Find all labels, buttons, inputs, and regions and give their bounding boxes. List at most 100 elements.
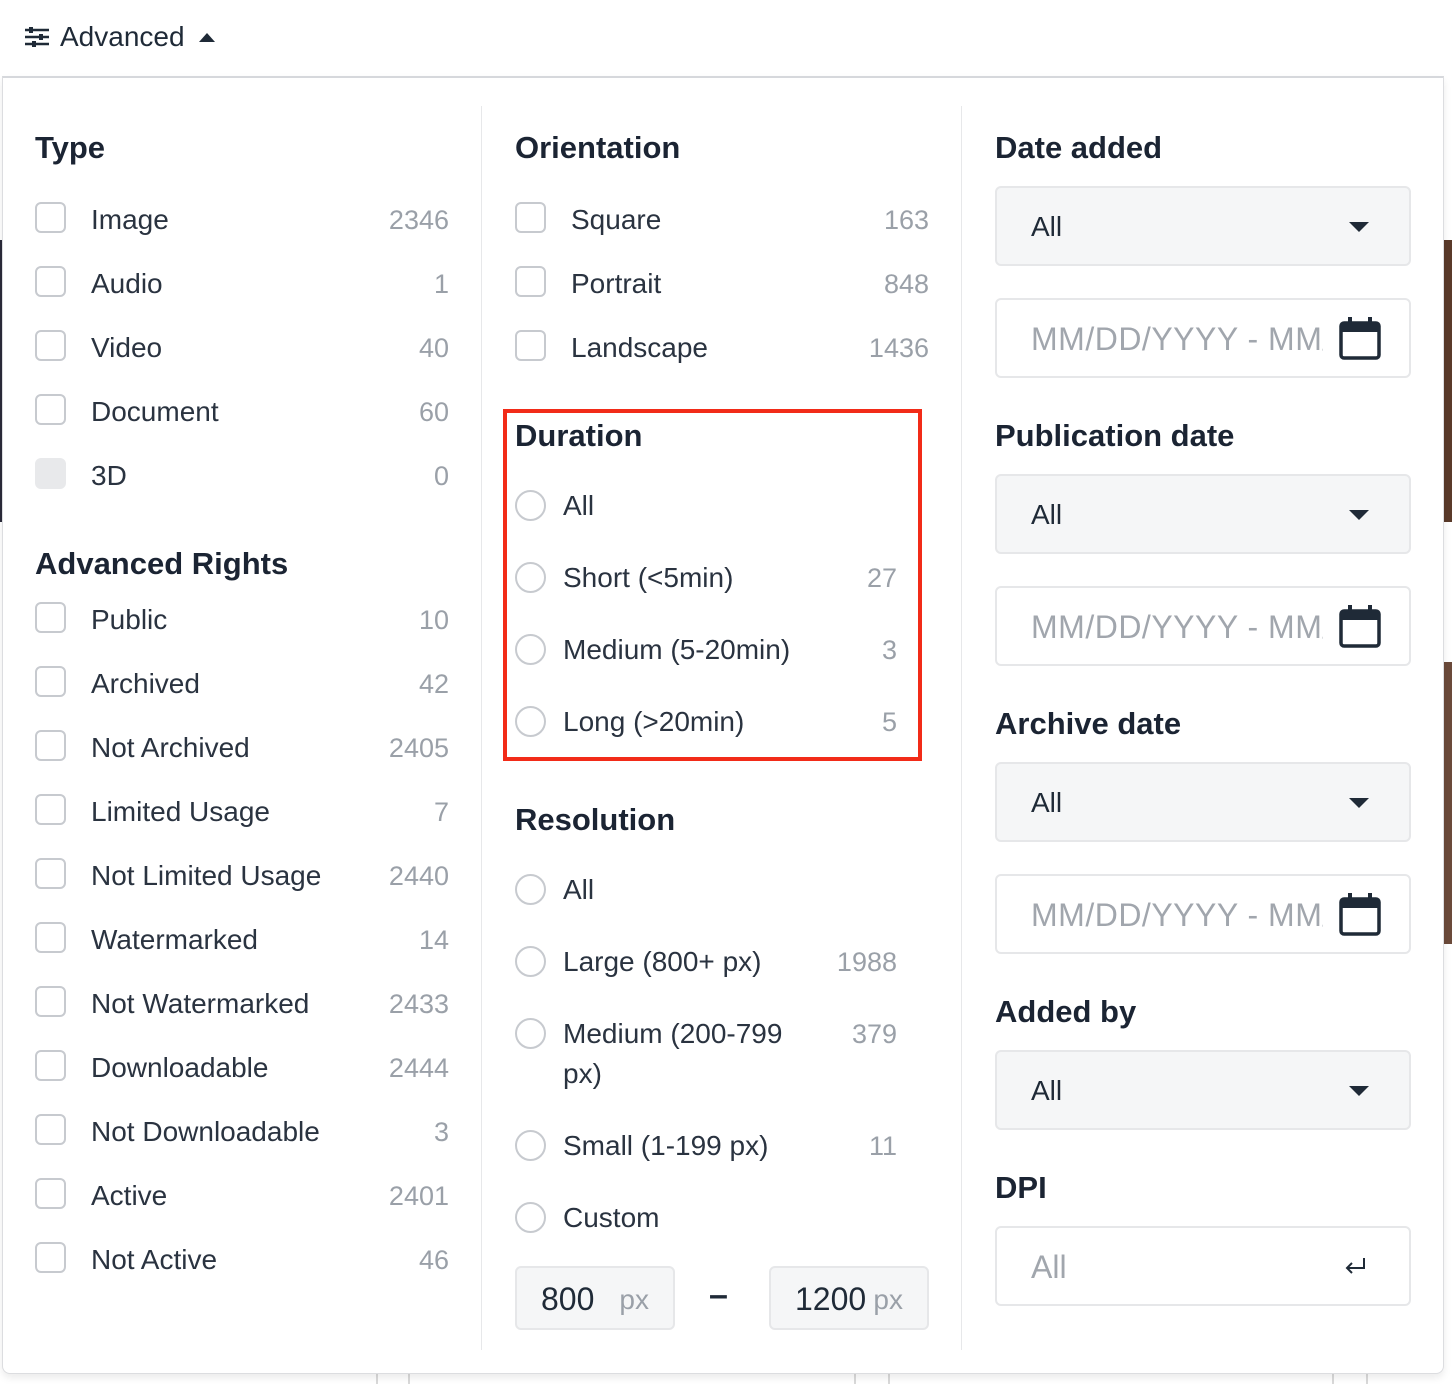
dpi-section-title: DPI bbox=[995, 1170, 1047, 1205]
option-label: Limited Usage bbox=[91, 796, 270, 827]
type-option-image[interactable]: Image 2346 bbox=[35, 200, 449, 240]
option-count: 2440 bbox=[388, 861, 449, 891]
checkbox[interactable] bbox=[35, 858, 66, 889]
caret-down-icon bbox=[1349, 222, 1369, 232]
rights-option-not-downloadable[interactable]: Not Downloadable 3 bbox=[35, 1112, 449, 1152]
select-value: All bbox=[1031, 787, 1063, 818]
checkbox[interactable] bbox=[35, 794, 66, 825]
background-divider bbox=[888, 1374, 890, 1384]
advanced-toggle-button[interactable]: Advanced bbox=[24, 18, 215, 56]
background-image-right-2 bbox=[1444, 662, 1452, 944]
resolution-option-small[interactable]: Small (1-199 px) 11 bbox=[515, 1126, 897, 1166]
type-option-document[interactable]: Document 60 bbox=[35, 392, 449, 432]
rights-option-watermarked[interactable]: Watermarked 14 bbox=[35, 920, 449, 960]
rights-option-not-archived[interactable]: Not Archived 2405 bbox=[35, 728, 449, 768]
radio-button[interactable] bbox=[515, 874, 546, 905]
option-label: Landscape bbox=[571, 332, 709, 363]
option-label: All bbox=[563, 874, 595, 905]
archive-date-select[interactable]: All bbox=[995, 762, 1411, 842]
column-divider bbox=[961, 106, 962, 1350]
rights-option-not-limited-usage[interactable]: Not Limited Usage 2440 bbox=[35, 856, 449, 896]
added-by-section-title: Added by bbox=[995, 994, 1137, 1029]
option-count: 2433 bbox=[388, 989, 449, 1019]
checkbox[interactable] bbox=[35, 602, 66, 633]
background-divider bbox=[408, 1374, 410, 1384]
enter-key-icon[interactable] bbox=[1343, 1256, 1367, 1281]
option-label: Audio bbox=[91, 268, 163, 299]
radio-button[interactable] bbox=[515, 1202, 546, 1233]
resolution-option-custom[interactable]: Custom bbox=[515, 1198, 897, 1238]
rights-option-not-watermarked[interactable]: Not Watermarked 2433 bbox=[35, 984, 449, 1024]
min-value: 800 bbox=[541, 1281, 595, 1317]
radio-button[interactable] bbox=[515, 1130, 546, 1161]
checkbox[interactable] bbox=[35, 922, 66, 953]
resolution-option-large[interactable]: Large (800+ px) 1988 bbox=[515, 942, 897, 982]
checkbox[interactable] bbox=[515, 330, 546, 361]
option-label: Large (800+ px) bbox=[563, 946, 762, 977]
option-label: Not Archived bbox=[91, 732, 250, 763]
checkbox[interactable] bbox=[35, 666, 66, 697]
checkbox[interactable] bbox=[35, 330, 66, 361]
option-label: Watermarked bbox=[91, 924, 259, 955]
radio-button[interactable] bbox=[515, 1018, 546, 1049]
option-label: Custom bbox=[563, 1202, 660, 1233]
checkbox[interactable] bbox=[35, 1114, 66, 1145]
rights-option-downloadable[interactable]: Downloadable 2444 bbox=[35, 1048, 449, 1088]
checkbox[interactable] bbox=[35, 1178, 66, 1209]
option-label: Downloadable bbox=[91, 1052, 269, 1083]
background-divider bbox=[1366, 1374, 1368, 1384]
rights-option-archived[interactable]: Archived 42 bbox=[35, 664, 449, 704]
resolution-option-medium[interactable]: Medium (200-799 px) 379 bbox=[515, 1014, 897, 1094]
rights-option-public[interactable]: Public 10 bbox=[35, 600, 449, 640]
checkbox[interactable] bbox=[515, 202, 546, 233]
option-label: Not Watermarked bbox=[91, 988, 310, 1019]
calendar-icon[interactable] bbox=[1339, 892, 1381, 941]
date-added-section-title: Date added bbox=[995, 130, 1163, 165]
option-count: 2405 bbox=[388, 733, 449, 763]
option-count: 42 bbox=[418, 669, 449, 699]
orientation-option-landscape[interactable]: Landscape 1436 bbox=[515, 328, 929, 368]
checkbox[interactable] bbox=[515, 266, 546, 297]
date-added-range-input[interactable]: MM/DD/YYYY - MM/DD/YYYY bbox=[995, 298, 1411, 378]
type-option-3d: 3D 0 bbox=[35, 456, 449, 496]
rights-option-active[interactable]: Active 2401 bbox=[35, 1176, 449, 1216]
option-label: Not Downloadable bbox=[91, 1116, 320, 1147]
dpi-input[interactable]: All bbox=[995, 1226, 1411, 1306]
type-option-audio[interactable]: Audio 1 bbox=[35, 264, 449, 304]
radio-button[interactable] bbox=[515, 946, 546, 977]
calendar-icon[interactable] bbox=[1339, 316, 1381, 365]
option-label: Archived bbox=[91, 668, 200, 699]
calendar-icon[interactable] bbox=[1339, 604, 1381, 653]
rights-option-not-active[interactable]: Not Active 46 bbox=[35, 1240, 449, 1280]
rights-option-limited-usage[interactable]: Limited Usage 7 bbox=[35, 792, 449, 832]
orientation-option-portrait[interactable]: Portrait 848 bbox=[515, 264, 929, 304]
orientation-option-square[interactable]: Square 163 bbox=[515, 200, 929, 240]
date-range-placeholder: MM/DD/YYYY - MM/DD/YYYY bbox=[1031, 897, 1323, 933]
resolution-option-all[interactable]: All bbox=[515, 870, 897, 910]
option-count: 1988 bbox=[836, 947, 897, 977]
checkbox[interactable] bbox=[35, 266, 66, 297]
archive-date-range-input[interactable]: MM/DD/YYYY - MM/DD/YYYY bbox=[995, 874, 1411, 954]
option-label: Active bbox=[91, 1180, 168, 1211]
checkbox[interactable] bbox=[35, 1242, 66, 1273]
option-count: 2444 bbox=[388, 1053, 449, 1083]
checkbox[interactable] bbox=[35, 1050, 66, 1081]
option-count: 1 bbox=[433, 269, 449, 299]
resolution-min-input[interactable]: 800 px bbox=[515, 1266, 675, 1330]
added-by-select[interactable]: All bbox=[995, 1050, 1411, 1130]
option-count: 10 bbox=[418, 605, 449, 635]
resolution-max-input[interactable]: 1200 px bbox=[769, 1266, 929, 1330]
publication-date-select[interactable]: All bbox=[995, 474, 1411, 554]
checkbox[interactable] bbox=[35, 394, 66, 425]
publication-date-range-input[interactable]: MM/DD/YYYY - MM/DD/YYYY bbox=[995, 586, 1411, 666]
option-count: 848 bbox=[883, 269, 929, 299]
background-divider bbox=[1332, 1374, 1334, 1384]
checkbox[interactable] bbox=[35, 202, 66, 233]
date-added-select[interactable]: All bbox=[995, 186, 1411, 266]
option-label: Public bbox=[91, 604, 168, 635]
checkbox[interactable] bbox=[35, 986, 66, 1017]
type-option-video[interactable]: Video 40 bbox=[35, 328, 449, 368]
type-section-title: Type bbox=[35, 130, 106, 165]
date-range-placeholder: MM/DD/YYYY - MM/DD/YYYY bbox=[1031, 609, 1323, 645]
checkbox[interactable] bbox=[35, 730, 66, 761]
